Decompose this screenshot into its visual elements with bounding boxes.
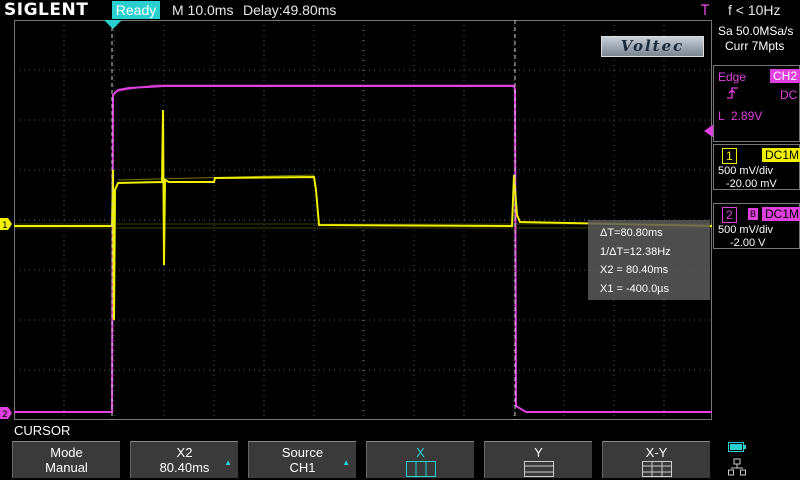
horizontal-cursors-icon [523, 461, 554, 477]
mode-softkey[interactable]: Mode Manual [12, 441, 120, 478]
x-cursor-softkey[interactable]: X [366, 441, 474, 478]
ch2-coupling-badge: DC1M [762, 207, 800, 221]
ch1-coupling-badge: DC1M [762, 148, 800, 162]
frequency-counter: f < 10Hz [728, 2, 781, 18]
xy-cursor-softkey[interactable]: X-Y [602, 441, 710, 478]
y-cursor-softkey-label: Y [534, 445, 543, 460]
rising-edge-icon [727, 87, 738, 99]
ch1-scale: 500 mV/div [718, 165, 774, 177]
adjust-knob-icon: ▲ [342, 458, 350, 467]
adjust-knob-icon: ▲ [224, 458, 232, 467]
xy-cursor-softkey-label: X-Y [645, 445, 668, 460]
bandwidth-limit-icon: B [748, 208, 758, 220]
source-softkey[interactable]: Source CH1 ▲ [248, 441, 356, 478]
ch2-ground-marker-icon[interactable]: 2 [0, 407, 12, 419]
trigger-position-icon [701, 4, 709, 15]
vertical-cursors-icon [405, 461, 436, 477]
mode-softkey-value: Manual [45, 460, 88, 475]
ch2-scale: 500 mV/div [718, 224, 774, 236]
x2-softkey-value: 80.40ms [159, 460, 210, 475]
battery-icon [728, 442, 746, 452]
cursor-x2-value: X2 = 80.40ms [600, 264, 669, 276]
memory-depth-readout: Curr 7Mpts [725, 39, 785, 53]
trigger-coupling: DC [780, 88, 798, 102]
watermark-logo: Voltec [601, 36, 704, 57]
svg-text:2: 2 [2, 410, 8, 419]
x-cursor-softkey-label: X [416, 445, 425, 460]
cursor-x1-value: X1 = -400.0µs [600, 283, 670, 295]
cursor-delta-t: ΔT=80.80ms [600, 227, 663, 239]
sample-rate-readout: Sa 50.0MSa/s [718, 24, 794, 38]
brand-logo: SIGLENT [4, 0, 89, 20]
trigger-settings-panel[interactable]: Edge CH2 DC L 2.89V [713, 65, 800, 142]
cursor-inverse-delta-t: 1/ΔT=12.38Hz [600, 246, 671, 258]
source-softkey-label: Source [281, 445, 324, 460]
trigger-source-badge: CH2 [770, 69, 800, 83]
ch2-number: 2 [722, 207, 737, 223]
delay-readout[interactable]: Delay:49.80ms [243, 0, 336, 20]
trigger-time-marker-icon[interactable] [104, 20, 122, 30]
trigger-type: Edge [718, 70, 747, 84]
xy-cursors-icon [641, 461, 672, 477]
ch2-settings-panel[interactable]: 2 B DC1M 500 mV/div -2.00 V [713, 203, 800, 249]
trigger-level: L 2.89V [718, 109, 763, 123]
ch1-number: 1 [722, 148, 737, 164]
acquisition-status-badge: Ready [112, 1, 160, 19]
menu-title: CURSOR [14, 423, 71, 438]
y-cursor-softkey[interactable]: Y [484, 441, 592, 478]
timebase-readout[interactable]: M 10.0ms [172, 0, 233, 20]
network-icon [728, 458, 746, 476]
ch1-settings-panel[interactable]: 1 DC1M 500 mV/div -20.00 mV [713, 144, 800, 190]
x2-softkey[interactable]: X2 80.40ms ▲ [130, 441, 238, 478]
svg-text:1: 1 [2, 221, 8, 230]
ch1-ground-marker-icon[interactable]: 1 [0, 218, 12, 230]
mode-softkey-label: Mode [50, 445, 83, 460]
ch2-offset: -2.00 V [730, 237, 766, 249]
source-softkey-value: CH1 [289, 460, 316, 475]
ch1-offset: -20.00 mV [726, 178, 777, 190]
x2-softkey-label: X2 [176, 445, 193, 460]
